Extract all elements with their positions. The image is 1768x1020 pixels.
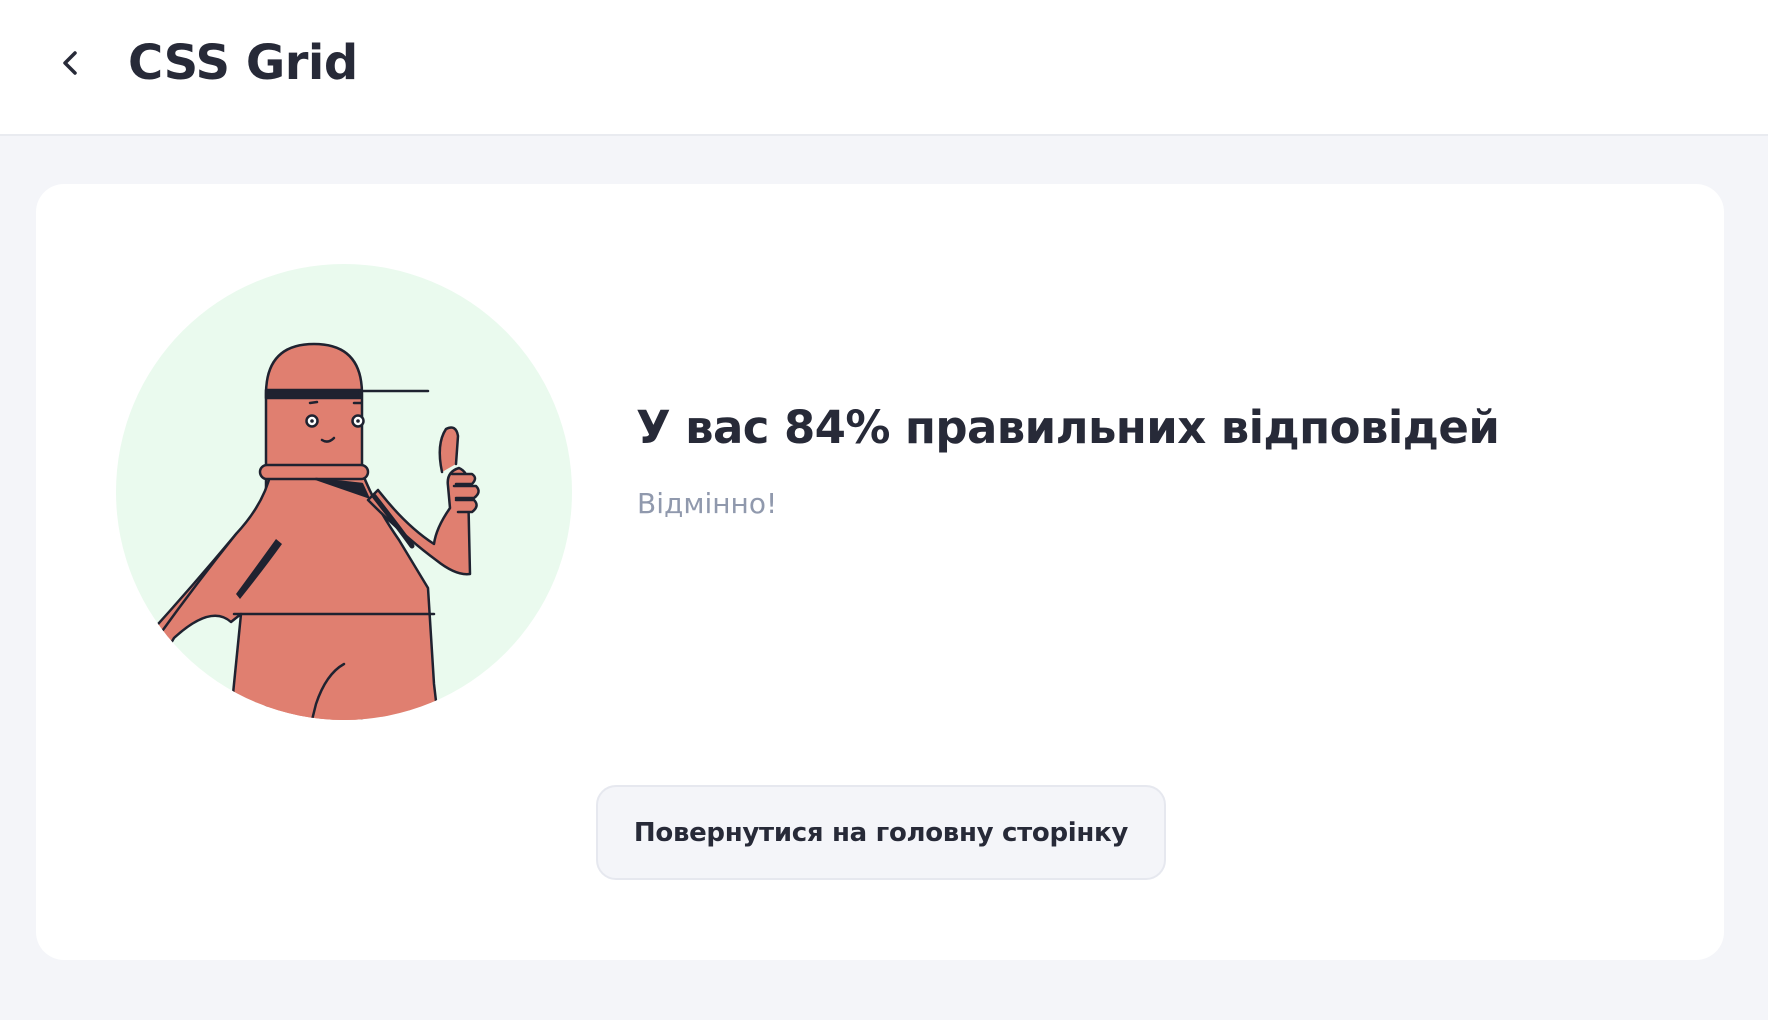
result-subtitle: Відмінно! (637, 487, 778, 520)
result-card: У вас 84% правильних відповідей Відмінно… (36, 184, 1724, 960)
back-button[interactable] (46, 38, 96, 88)
back-to-home-button[interactable]: Повернутися на головну сторінку (596, 785, 1166, 880)
top-bar: CSS Grid (0, 0, 1768, 136)
result-heading: У вас 84% правильних відповідей (636, 401, 1500, 454)
page-title: CSS Grid (128, 35, 358, 91)
thumbs-up-character-illustration (116, 264, 572, 720)
chevron-left-icon (63, 51, 77, 75)
